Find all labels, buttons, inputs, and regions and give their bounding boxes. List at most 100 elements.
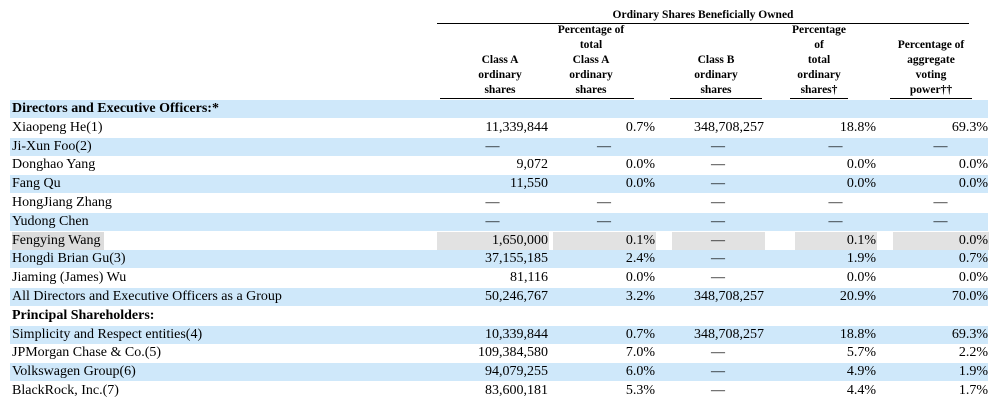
cell-col-2: 6.0% (553, 363, 656, 381)
table-row: Xiaopeng He(1) 11,339,844 0.7% 348,708,257 1… (10, 119, 988, 137)
cell-col-5: 0.0% (893, 156, 989, 174)
cell-value: 5.7% (846, 345, 876, 361)
cell-value: — (711, 364, 725, 380)
cell-col-4: 20.9% (795, 288, 877, 306)
cell-value: 1,650,000 (492, 232, 548, 248)
row-label: Xiaopeng He(1) (12, 119, 103, 135)
cell-col-5: 2.2% (893, 344, 989, 362)
cell-value: 0.1% (625, 232, 655, 248)
cell-value: 348,708,257 (694, 119, 764, 135)
cell-value: 6.0% (625, 364, 655, 380)
column-header-line: Class A (572, 54, 610, 66)
cell-value: — (711, 383, 725, 398)
cell-col-1: 81,116 (437, 269, 549, 287)
cell-col-3: — (672, 231, 765, 250)
cell-col-4: 18.8% (795, 326, 877, 344)
cell-value: 0.7% (625, 326, 655, 342)
column-header-5: Percentage of aggregate voting power†† (890, 38, 972, 99)
table-row: Fengying Wang 1,650,000 0.1% — 0.1% 0.0% (10, 231, 989, 250)
cell-value: — (597, 138, 611, 154)
cell-col-3: — (672, 156, 765, 174)
cell-col-3: — (672, 363, 765, 381)
column-header-line: ordinary (569, 69, 613, 81)
cell-col-4: — (795, 194, 877, 212)
cell-col-3: — (672, 344, 765, 362)
row-label: Fengying Wang (12, 231, 105, 250)
cell-value: — (597, 213, 611, 229)
cell-value: 20.9% (839, 289, 876, 304)
cell-col-1: 50,246,767 (437, 288, 549, 306)
column-header-line: Percentage (791, 24, 847, 36)
super-header-rule (437, 23, 969, 24)
cell-value: — (933, 138, 948, 154)
table-row: Simplicity and Respect entities(4) 10,339… (10, 325, 988, 344)
cell-col-1: 11,550 (437, 175, 549, 193)
cell-value: 70.0% (951, 289, 988, 304)
cell-value: 348,708,257 (694, 289, 764, 304)
cell-value: 9,072 (516, 157, 549, 173)
cell-col-2: — (553, 194, 656, 212)
cell-value: 18.8% (839, 119, 876, 135)
cell-col-2: 0.0% (553, 175, 656, 193)
row-label: Donghao Yang (12, 157, 96, 173)
cell-value: — (711, 345, 725, 361)
super-header: Ordinary Shares Beneficially Owned (612, 9, 794, 21)
column-header-line: Percentage of (557, 24, 625, 36)
cell-col-2: 5.3% (553, 382, 656, 400)
cell-col-4: 4.4% (795, 382, 877, 400)
cell-value: — (828, 195, 843, 210)
cell-value: 1.9% (846, 251, 876, 267)
cell-value: — (485, 138, 500, 154)
column-header-2: Percentage of total Class A ordinary shares (548, 23, 634, 99)
cell-col-1: 10,339,844 (437, 326, 549, 344)
cell-col-3: — (672, 138, 765, 156)
cell-value: 0.0% (846, 270, 876, 286)
cell-col-2: — (553, 213, 656, 231)
row-label: HongJiang Zhang (12, 195, 112, 210)
column-header-line: voting (915, 69, 947, 81)
column-header-line: power†† (890, 83, 972, 99)
cell-col-4: 0.1% (795, 231, 877, 250)
cell-col-1: 109,384,580 (437, 344, 549, 362)
cell-value: 4.4% (846, 383, 876, 398)
cell-col-1: 1,650,000 (437, 231, 549, 250)
column-header-line: ordinary (797, 69, 841, 81)
cell-col-2: 0.1% (553, 231, 656, 250)
cell-value: — (485, 213, 500, 229)
column-header-line: total (579, 39, 603, 51)
cell-col-1: 11,339,844 (437, 119, 549, 137)
cell-col-2: 2.4% (553, 250, 656, 268)
cell-value: — (933, 195, 948, 210)
column-header-line: shares† (790, 83, 848, 99)
cell-col-4: 18.8% (795, 119, 877, 137)
row-label: JPMorgan Chase & Co.(5) (12, 345, 162, 361)
column-header-line: ordinary (478, 69, 522, 81)
row-label: Yudong Chen (12, 213, 89, 229)
column-header-line: Percentage of (897, 39, 965, 51)
row-label: All Directors and Executive Officers as … (12, 289, 282, 304)
column-header-line: of (814, 39, 824, 51)
cell-col-4: 1.9% (795, 250, 877, 268)
cell-value: — (711, 138, 725, 154)
row-label: Hongdi Brian Gu(3) (12, 251, 126, 267)
column-header-line: shares (670, 83, 762, 99)
section-label: Principal Shareholders: (12, 307, 155, 323)
cell-col-5: 0.0% (893, 269, 989, 287)
cell-col-3: — (672, 213, 765, 231)
table-row: HongJiang Zhang — — — — — (10, 194, 988, 212)
cell-col-5: 69.3% (893, 119, 989, 137)
cell-value: 0.0% (625, 176, 655, 192)
cell-col-1: 83,600,181 (437, 382, 549, 400)
cell-value: 3.2% (625, 289, 655, 304)
cell-col-1: — (437, 194, 549, 212)
column-header-line: Class A (481, 54, 519, 66)
table-row: Hongdi Brian Gu(3) 37,155,185 2.4% — 1.9% 0.7… (10, 250, 988, 269)
cell-col-5: 0.0% (893, 231, 989, 250)
table-row: Jiaming (James) Wu 81,116 0.0% — 0.0% 0.0% (10, 269, 988, 287)
cell-col-5: 70.0% (893, 288, 989, 306)
cell-value: — (711, 213, 725, 229)
cell-value: — (933, 213, 948, 229)
cell-col-2: 0.0% (553, 269, 656, 287)
row-label: BlackRock, Inc.(7) (12, 383, 119, 398)
cell-col-4: 0.0% (795, 269, 877, 287)
